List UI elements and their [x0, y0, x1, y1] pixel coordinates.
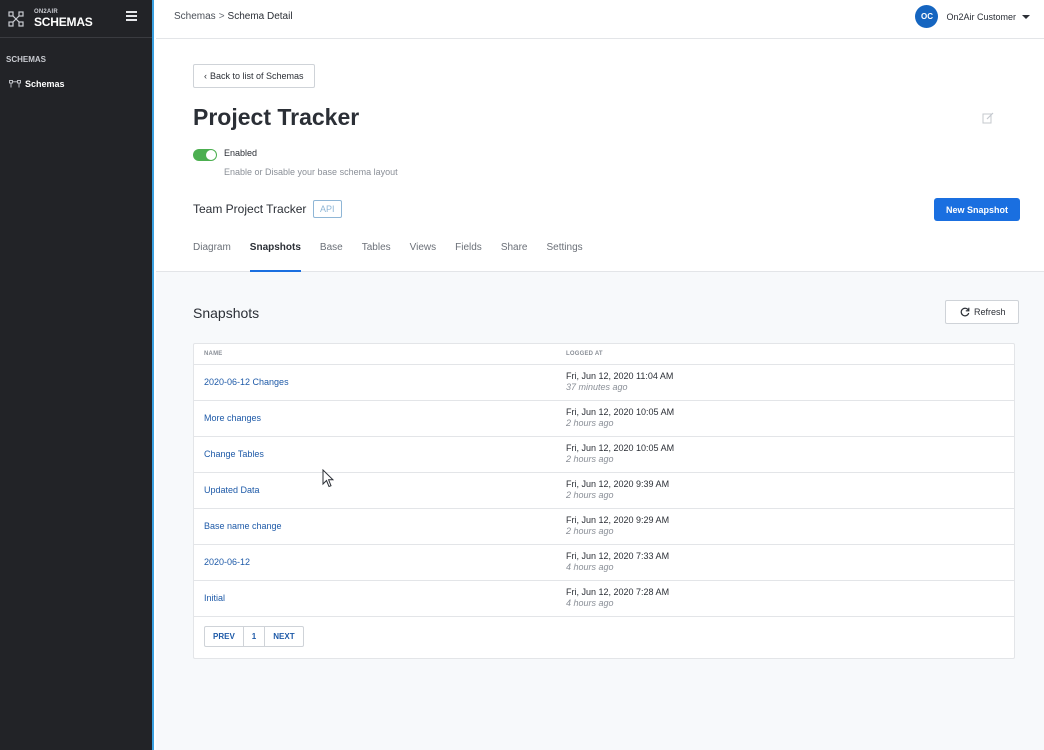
schema-icon: [9, 80, 21, 88]
table-row: 2020-06-12 Changes Fri, Jun 12, 2020 11:…: [194, 365, 1014, 401]
menu-toggle-icon[interactable]: [126, 11, 137, 22]
brand[interactable]: ON2AIR SCHEMAS: [0, 0, 152, 38]
refresh-label: Refresh: [974, 307, 1006, 317]
logged-at: Fri, Jun 12, 2020 7:28 AM: [566, 587, 670, 597]
edit-icon[interactable]: [982, 112, 994, 124]
page-title: Project Tracker: [193, 104, 360, 130]
breadcrumb-parent[interactable]: Schemas: [174, 11, 216, 22]
section-title: Snapshots: [193, 305, 260, 321]
sidebar-item-label: Schemas: [25, 79, 65, 89]
tab-tables[interactable]: Tables: [362, 240, 391, 272]
breadcrumb: Schemas > Schema Detail: [174, 11, 293, 22]
tab-snapshots[interactable]: Snapshots: [249, 240, 302, 272]
brand-name: SCHEMAS: [34, 15, 93, 29]
user-menu[interactable]: OC On2Air Customer: [915, 5, 1030, 28]
pagination: PREV 1 NEXT: [204, 626, 304, 647]
relative-time: 2 hours ago: [566, 418, 614, 428]
snapshots-panel: Snapshots Refresh NAME LOGGED AT 2020-06…: [156, 272, 1044, 750]
toggle-label: Enabled: [224, 148, 258, 158]
api-badge[interactable]: API: [313, 200, 342, 218]
schema-header: ‹ Back to list of Schemas Project Tracke…: [156, 40, 1044, 272]
tab-share[interactable]: Share: [501, 240, 528, 272]
relative-time: 2 hours ago: [566, 490, 614, 500]
logged-at: Fri, Jun 12, 2020 11:04 AM: [566, 371, 674, 381]
relative-time: 4 hours ago: [566, 598, 614, 608]
tab-views[interactable]: Views: [410, 240, 437, 272]
logged-at: Fri, Jun 12, 2020 10:05 AM: [566, 443, 675, 453]
tab-settings[interactable]: Settings: [547, 240, 583, 272]
chevron-down-icon[interactable]: [1022, 14, 1030, 19]
table-row: Updated Data Fri, Jun 12, 2020 9:39 AM 2…: [194, 473, 1014, 509]
logo-icon: [8, 10, 24, 27]
breadcrumb-separator: >: [218, 11, 225, 22]
relative-time: 2 hours ago: [566, 454, 614, 464]
prev-page-button[interactable]: PREV: [205, 627, 244, 646]
logged-at: Fri, Jun 12, 2020 9:29 AM: [566, 515, 670, 525]
topbar: Schemas > Schema Detail OC On2Air Custom…: [156, 0, 1044, 39]
refresh-icon: [960, 307, 970, 317]
sidebar-item-schemas[interactable]: Schemas: [0, 77, 152, 91]
logged-at: Fri, Jun 12, 2020 7:33 AM: [566, 551, 670, 561]
relative-time: 37 minutes ago: [566, 382, 628, 392]
snapshot-name-link[interactable]: 2020-06-12 Changes: [204, 377, 289, 387]
tab-bar: Diagram Snapshots Base Tables Views Fiel…: [193, 240, 602, 272]
snapshot-name-link[interactable]: More changes: [204, 413, 261, 423]
logged-at: Fri, Jun 12, 2020 10:05 AM: [566, 407, 675, 417]
toggle-help-text: Enable or Disable your base schema layou…: [224, 167, 398, 177]
refresh-button[interactable]: Refresh: [945, 300, 1019, 324]
column-header-name[interactable]: NAME: [204, 351, 222, 357]
snapshot-name-link[interactable]: Updated Data: [204, 485, 260, 495]
table-header: NAME LOGGED AT: [194, 344, 1014, 365]
tab-fields[interactable]: Fields: [455, 240, 482, 272]
snapshots-table: NAME LOGGED AT 2020-06-12 Changes Fri, J…: [193, 343, 1015, 659]
tab-base[interactable]: Base: [320, 240, 343, 272]
snapshot-name-link[interactable]: Change Tables: [204, 449, 264, 459]
table-row: More changes Fri, Jun 12, 2020 10:05 AM …: [194, 401, 1014, 437]
snapshot-name-link[interactable]: Initial: [204, 593, 225, 603]
next-page-button[interactable]: NEXT: [265, 627, 302, 646]
logged-at: Fri, Jun 12, 2020 9:39 AM: [566, 479, 670, 489]
enabled-toggle[interactable]: [193, 149, 217, 161]
mouse-cursor-icon: [322, 469, 334, 488]
user-name[interactable]: On2Air Customer: [946, 12, 1016, 22]
snapshot-name-link[interactable]: 2020-06-12: [204, 557, 250, 567]
relative-time: 4 hours ago: [566, 562, 614, 572]
table-row: 2020-06-12 Fri, Jun 12, 2020 7:33 AM 4 h…: [194, 545, 1014, 581]
new-snapshot-button[interactable]: New Snapshot: [934, 198, 1021, 221]
relative-time: 2 hours ago: [566, 526, 614, 536]
table-row: Initial Fri, Jun 12, 2020 7:28 AM 4 hour…: [194, 581, 1014, 617]
chevron-left-icon: ‹: [204, 71, 207, 81]
breadcrumb-current: Schema Detail: [227, 11, 293, 22]
snapshot-name-link[interactable]: Base name change: [204, 521, 282, 531]
back-button-label: Back to list of Schemas: [210, 71, 304, 81]
back-button[interactable]: ‹ Back to list of Schemas: [193, 64, 315, 88]
table-row: Base name change Fri, Jun 12, 2020 9:29 …: [194, 509, 1014, 545]
sidebar: ON2AIR SCHEMAS SCHEMAS Schemas: [0, 0, 154, 750]
base-name: Team Project Tracker: [193, 202, 307, 216]
page-number-button[interactable]: 1: [244, 627, 266, 646]
tab-diagram[interactable]: Diagram: [193, 240, 231, 272]
column-header-logged-at[interactable]: LOGGED AT: [566, 351, 603, 357]
sidebar-heading: SCHEMAS: [6, 55, 47, 64]
table-row: Change Tables Fri, Jun 12, 2020 10:05 AM…: [194, 437, 1014, 473]
avatar[interactable]: OC: [915, 5, 939, 28]
